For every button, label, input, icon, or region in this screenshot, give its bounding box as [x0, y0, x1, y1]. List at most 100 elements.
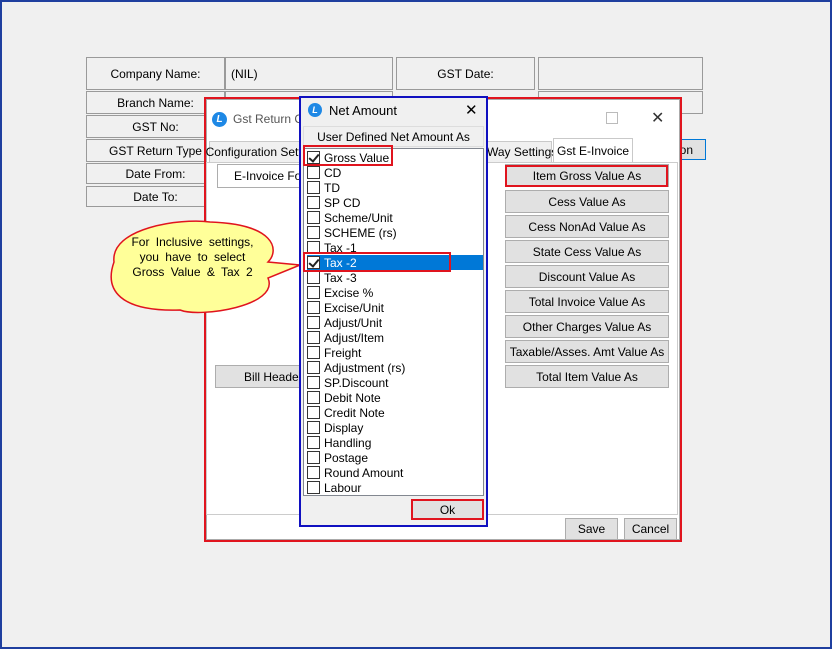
checkbox[interactable]	[307, 481, 320, 494]
checkbox[interactable]	[307, 316, 320, 329]
list-item-label: SP.Discount	[324, 375, 389, 390]
tab-configuration-settings[interactable]: Configuration Setti	[206, 141, 304, 162]
list-item[interactable]: Adjust/Item	[307, 330, 483, 345]
gst-dialog-title: Gst Return C	[233, 112, 304, 126]
list-item-label: Adjust/Unit	[324, 315, 383, 330]
list-item[interactable]: Tax -3	[307, 270, 483, 285]
net-dialog-close-icon[interactable]: ✕	[465, 101, 478, 119]
list-item[interactable]: Scheme/Unit	[307, 210, 483, 225]
list-item-label: Handling	[324, 435, 372, 450]
checkbox[interactable]	[307, 421, 320, 434]
list-item[interactable]: SP.Discount	[307, 375, 483, 390]
list-item-label: Adjust/Item	[324, 330, 385, 345]
ok-button[interactable]: Ok	[412, 499, 483, 520]
list-item-label: Gross Value	[324, 150, 390, 165]
date-from-label: Date From:	[86, 163, 225, 184]
app-logo-icon: L	[212, 112, 227, 127]
checkbox[interactable]	[307, 211, 320, 224]
checkbox[interactable]	[307, 361, 320, 374]
list-item-label: Debit Note	[324, 390, 381, 405]
checkbox[interactable]	[307, 271, 320, 284]
list-item[interactable]: Freight	[307, 345, 483, 360]
gst-no-label: GST No:	[86, 115, 225, 138]
company-name-value: (NIL)	[225, 57, 393, 90]
checkbox[interactable]	[307, 151, 320, 164]
list-item-label: Tax -2	[324, 255, 357, 270]
list-item-label: Credit Note	[324, 405, 385, 420]
list-item[interactable]: Tax -1	[307, 240, 483, 255]
checkbox[interactable]	[307, 226, 320, 239]
checkbox[interactable]	[307, 301, 320, 314]
list-item-label: Labour	[324, 480, 362, 495]
list-item-label: Excise %	[324, 285, 374, 300]
list-item-label: TD	[324, 180, 340, 195]
checkbox[interactable]	[307, 331, 320, 344]
net-dialog-logo-icon: L	[308, 103, 322, 117]
total-invoice-value-button[interactable]: Total Invoice Value As	[505, 290, 669, 313]
save-button[interactable]: Save	[565, 518, 618, 540]
tab-way-settings[interactable]: Way Settings	[486, 141, 557, 162]
list-item[interactable]: Gross Value	[307, 150, 483, 165]
list-item-label: Adjustment (rs)	[324, 360, 406, 375]
list-item[interactable]: Credit Note	[307, 405, 483, 420]
list-item[interactable]: Adjust/Unit	[307, 315, 483, 330]
checkbox[interactable]	[307, 241, 320, 254]
einvoice-format-field[interactable]: E-Invoice Forr	[217, 164, 302, 188]
other-charges-value-button[interactable]: Other Charges Value As	[505, 315, 669, 338]
gst-date-value[interactable]	[538, 57, 703, 90]
list-item-label: Postage	[324, 450, 369, 465]
checkbox[interactable]	[307, 406, 320, 419]
list-item[interactable]: Excise/Unit	[307, 300, 483, 315]
net-amount-list[interactable]: Gross Value CD TD SP CD Scheme/Unit SCHEME (r…	[303, 148, 484, 496]
checkbox[interactable]	[307, 196, 320, 209]
date-to-label: Date To:	[86, 186, 225, 207]
list-item[interactable]: Labour	[307, 480, 483, 495]
list-item[interactable]: TD	[307, 180, 483, 195]
list-item-label: Tax -3	[324, 270, 357, 285]
list-item[interactable]: Postage	[307, 450, 483, 465]
list-item[interactable]: Tax -2	[307, 255, 483, 270]
cancel-button[interactable]: Cancel	[624, 518, 677, 540]
list-item[interactable]: Adjustment (rs)	[307, 360, 483, 375]
list-item-label: Excise/Unit	[324, 300, 385, 315]
list-item[interactable]: Debit Note	[307, 390, 483, 405]
taxable-amt-value-button[interactable]: Taxable/Asses. Amt Value As	[505, 340, 669, 363]
checkbox[interactable]	[307, 466, 320, 479]
tab-gst-einvoice[interactable]: Gst E-Invoice	[553, 138, 633, 162]
checkbox[interactable]	[307, 391, 320, 404]
net-list-header: User Defined Net Amount As	[303, 126, 484, 147]
checkbox[interactable]	[307, 451, 320, 464]
net-dialog-title: Net Amount	[329, 103, 397, 118]
checkbox[interactable]	[307, 166, 320, 179]
maximize-icon[interactable]	[606, 112, 618, 124]
branch-name-label: Branch Name:	[86, 91, 225, 114]
discount-value-button[interactable]: Discount Value As	[505, 265, 669, 288]
checkbox[interactable]	[307, 436, 320, 449]
list-item-label: Scheme/Unit	[324, 210, 393, 225]
item-gross-value-button[interactable]: Item Gross Value As	[505, 164, 669, 187]
cess-nonad-value-button[interactable]: Cess NonAd Value As	[505, 215, 669, 238]
list-item[interactable]: CD	[307, 165, 483, 180]
list-item[interactable]: Display	[307, 420, 483, 435]
list-item[interactable]: SP CD	[307, 195, 483, 210]
checkbox[interactable]	[307, 181, 320, 194]
checkbox[interactable]	[307, 256, 320, 269]
checkbox[interactable]	[307, 376, 320, 389]
bill-header-button[interactable]: Bill Header	[215, 365, 301, 388]
total-item-value-button[interactable]: Total Item Value As	[505, 365, 669, 388]
close-icon[interactable]: ✕	[651, 108, 664, 128]
list-item-label: Tax -1	[324, 240, 357, 255]
cess-value-button[interactable]: Cess Value As	[505, 190, 669, 213]
list-item[interactable]: SCHEME (rs)	[307, 225, 483, 240]
list-item[interactable]: Round Amount	[307, 465, 483, 480]
list-item-label: CD	[324, 165, 342, 180]
list-item-label: Display	[324, 420, 364, 435]
list-item[interactable]: Handling	[307, 435, 483, 450]
callout-text: For Inclusive settings, you have to sele…	[131, 235, 254, 279]
list-item[interactable]: Excise %	[307, 285, 483, 300]
list-item-label: SP CD	[324, 195, 361, 210]
company-name-label: Company Name:	[86, 57, 225, 90]
checkbox[interactable]	[307, 286, 320, 299]
state-cess-value-button[interactable]: State Cess Value As	[505, 240, 669, 263]
checkbox[interactable]	[307, 346, 320, 359]
